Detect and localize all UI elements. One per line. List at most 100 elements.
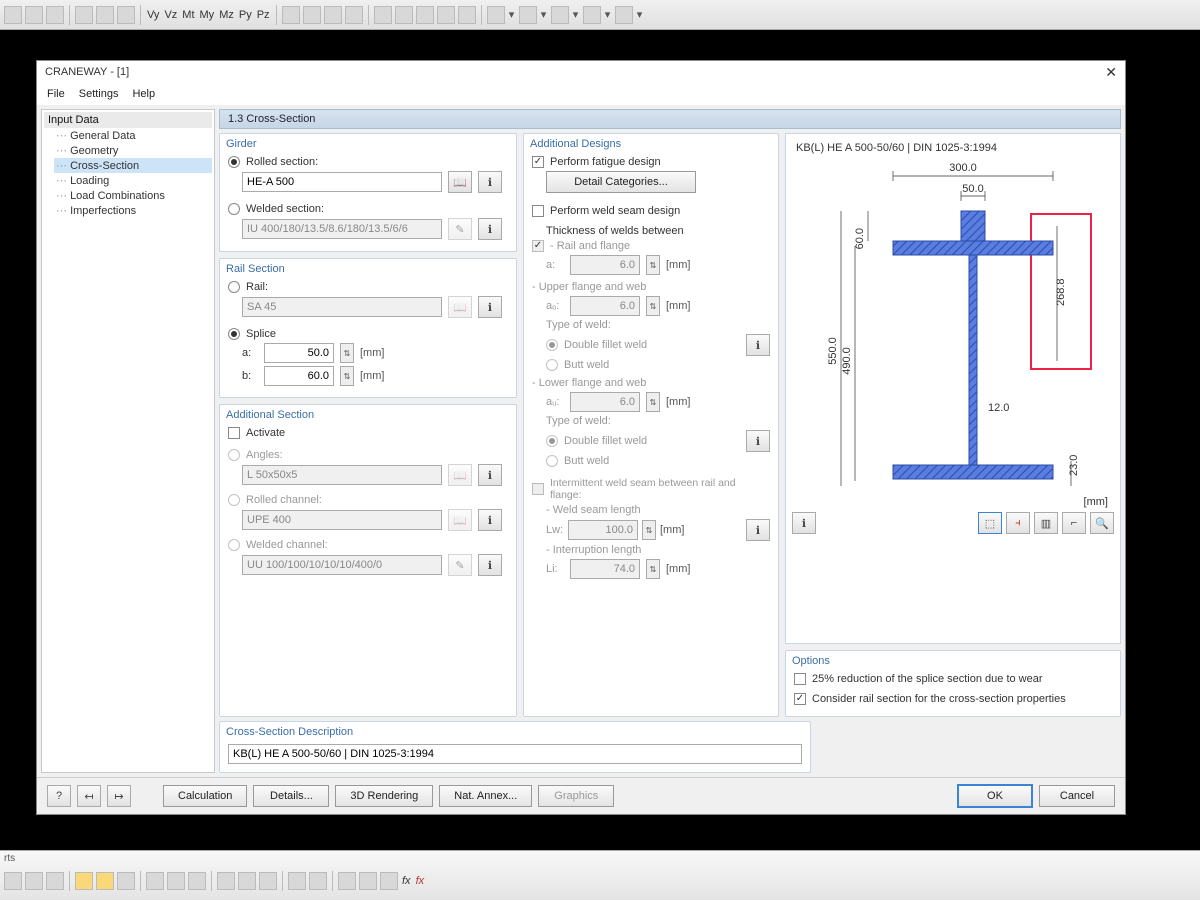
toolbar-icon[interactable] bbox=[437, 6, 455, 24]
prev-button[interactable]: ↤ bbox=[77, 785, 101, 807]
rail-radio[interactable] bbox=[228, 281, 240, 293]
toolbar-icon[interactable] bbox=[345, 6, 363, 24]
splice-b-input[interactable] bbox=[264, 366, 334, 386]
opt1-checkbox[interactable] bbox=[794, 673, 806, 685]
view-section-button[interactable]: ⫞ bbox=[1006, 512, 1030, 534]
nat-annex-button[interactable]: Nat. Annex... bbox=[439, 785, 532, 807]
toolbar-icon[interactable] bbox=[374, 6, 392, 24]
toolbar-icon[interactable] bbox=[117, 6, 135, 24]
info-button[interactable]: ℹ bbox=[478, 218, 502, 240]
info-button[interactable]: ℹ bbox=[792, 512, 816, 534]
dropdown-icon[interactable]: ▾ bbox=[572, 6, 580, 24]
spinner-icon[interactable]: ⇅ bbox=[340, 366, 354, 386]
toolbar-icon[interactable] bbox=[395, 6, 413, 24]
toolbar-token[interactable]: Vz bbox=[163, 9, 178, 21]
info-button[interactable]: ℹ bbox=[746, 519, 770, 541]
toolbar-icon[interactable] bbox=[146, 872, 164, 890]
toolbar-icon[interactable] bbox=[25, 6, 43, 24]
toolbar-icon[interactable] bbox=[309, 872, 327, 890]
toolbar-token[interactable]: My bbox=[199, 9, 216, 21]
fatigue-checkbox[interactable] bbox=[532, 156, 544, 168]
rolled-section-radio[interactable] bbox=[228, 156, 240, 168]
info-button[interactable]: ℹ bbox=[746, 334, 770, 356]
splice-radio[interactable] bbox=[228, 328, 240, 340]
info-button[interactable]: ℹ bbox=[478, 464, 502, 486]
nav-item-geometry[interactable]: Geometry bbox=[54, 143, 212, 158]
description-input[interactable] bbox=[228, 744, 802, 764]
toolbar-icon[interactable] bbox=[167, 872, 185, 890]
nav-item-imperfections[interactable]: Imperfections bbox=[54, 203, 212, 218]
nav-item-general[interactable]: General Data bbox=[54, 128, 212, 143]
dropdown-icon[interactable]: ▾ bbox=[508, 6, 516, 24]
toolbar-icon[interactable] bbox=[217, 872, 235, 890]
toolbar-icon[interactable] bbox=[259, 872, 277, 890]
help-button[interactable]: ? bbox=[47, 785, 71, 807]
toolbar-token[interactable]: Py bbox=[238, 9, 253, 21]
toolbar-token[interactable]: Vy bbox=[146, 9, 160, 21]
toolbar-icon[interactable] bbox=[46, 872, 64, 890]
rolled-section-input[interactable] bbox=[242, 172, 442, 192]
render-button[interactable]: 3D Rendering bbox=[335, 785, 433, 807]
weldseam-checkbox[interactable] bbox=[532, 205, 544, 217]
toolbar-token[interactable]: Mz bbox=[218, 9, 235, 21]
nav-item-load-combinations[interactable]: Load Combinations bbox=[54, 188, 212, 203]
toolbar-icon[interactable] bbox=[117, 872, 135, 890]
welded-section-radio[interactable] bbox=[228, 203, 240, 215]
opt2-checkbox[interactable] bbox=[794, 693, 806, 705]
next-button[interactable]: ↦ bbox=[107, 785, 131, 807]
toolbar-icon[interactable] bbox=[75, 872, 93, 890]
calculation-button[interactable]: Calculation bbox=[163, 785, 247, 807]
toolbar-icon[interactable] bbox=[303, 6, 321, 24]
toolbar-icon[interactable] bbox=[238, 872, 256, 890]
toolbar-icon[interactable] bbox=[519, 6, 537, 24]
toolbar-icon[interactable] bbox=[338, 872, 356, 890]
toolbar-icon[interactable] bbox=[380, 872, 398, 890]
toolbar-icon[interactable] bbox=[551, 6, 569, 24]
info-button[interactable]: ℹ bbox=[478, 554, 502, 576]
view-axes-button[interactable]: ⌐ bbox=[1062, 512, 1086, 534]
activate-checkbox[interactable] bbox=[228, 427, 240, 439]
toolbar-icon[interactable] bbox=[4, 872, 22, 890]
menu-settings[interactable]: Settings bbox=[79, 88, 119, 100]
toolbar-icon[interactable] bbox=[583, 6, 601, 24]
toolbar-icon[interactable] bbox=[359, 872, 377, 890]
toolbar-icon[interactable] bbox=[75, 6, 93, 24]
toolbar-token[interactable]: Pz bbox=[256, 9, 271, 21]
cancel-button[interactable]: Cancel bbox=[1039, 785, 1115, 807]
detail-categories-button[interactable]: Detail Categories... bbox=[546, 171, 696, 193]
toolbar-icon[interactable] bbox=[96, 6, 114, 24]
menu-file[interactable]: File bbox=[47, 88, 65, 100]
toolbar-icon[interactable] bbox=[25, 872, 43, 890]
toolbar-icon[interactable] bbox=[324, 6, 342, 24]
info-button[interactable]: ℹ bbox=[478, 509, 502, 531]
toolbar-icon[interactable] bbox=[458, 6, 476, 24]
toolbar-icon[interactable] bbox=[615, 6, 633, 24]
ok-button[interactable]: OK bbox=[957, 784, 1033, 808]
dropdown-icon[interactable]: ▾ bbox=[540, 6, 548, 24]
toolbar-icon[interactable] bbox=[288, 872, 306, 890]
nav-item-loading[interactable]: Loading bbox=[54, 173, 212, 188]
menu-help[interactable]: Help bbox=[132, 88, 155, 100]
zoom-fit-button[interactable]: 🔍 bbox=[1090, 512, 1114, 534]
info-button[interactable]: ℹ bbox=[746, 430, 770, 452]
nav-item-cross-section[interactable]: Cross-Section bbox=[54, 158, 212, 173]
info-button[interactable]: ℹ bbox=[478, 171, 502, 193]
splice-a-input[interactable] bbox=[264, 343, 334, 363]
spinner-icon[interactable]: ⇅ bbox=[340, 343, 354, 363]
toolbar-icon[interactable] bbox=[4, 6, 22, 24]
toolbar-icon[interactable] bbox=[46, 6, 64, 24]
toolbar-icon[interactable] bbox=[188, 872, 206, 890]
view-iso-button[interactable]: ⬚ bbox=[978, 512, 1002, 534]
toolbar-icon[interactable] bbox=[282, 6, 300, 24]
details-button[interactable]: Details... bbox=[253, 785, 329, 807]
info-button[interactable]: ℹ bbox=[478, 296, 502, 318]
toolbar-icon[interactable] bbox=[416, 6, 434, 24]
toolbar-icon[interactable] bbox=[96, 872, 114, 890]
dropdown-icon[interactable]: ▾ bbox=[604, 6, 612, 24]
dropdown-icon[interactable]: ▾ bbox=[636, 6, 644, 24]
toolbar-token[interactable]: Mt bbox=[181, 9, 195, 21]
library-button[interactable]: 📖 bbox=[448, 171, 472, 193]
toolbar-icon[interactable] bbox=[487, 6, 505, 24]
view-dims-button[interactable]: ▥ bbox=[1034, 512, 1058, 534]
close-icon[interactable]: ✕ bbox=[1105, 64, 1117, 81]
